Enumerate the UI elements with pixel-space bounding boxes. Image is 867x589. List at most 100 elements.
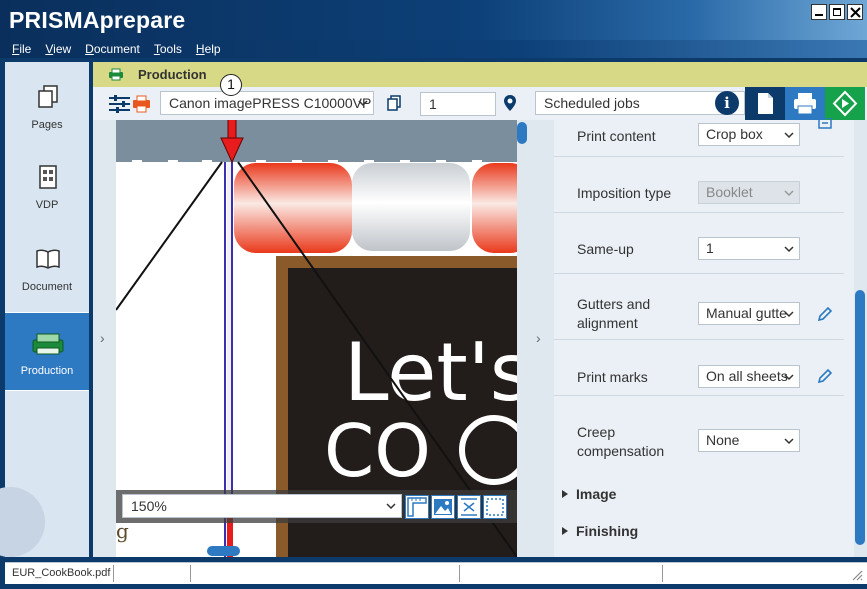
menu-file[interactable]: File — [12, 42, 31, 56]
zoom-value: 150% — [131, 498, 167, 514]
chevron-right-icon[interactable]: › — [536, 330, 541, 346]
show-images-button[interactable] — [431, 495, 455, 519]
chevron-down-icon — [784, 246, 794, 253]
document-book-icon — [36, 249, 60, 269]
print-content-select[interactable]: Crop box — [698, 123, 800, 146]
printer-small-icon — [109, 68, 123, 81]
section-image[interactable]: Image — [562, 486, 616, 502]
imposition-type-label: Imposition type — [577, 185, 672, 201]
same-up-select[interactable]: 1 — [698, 237, 800, 260]
location-pin-icon — [504, 95, 516, 111]
menu-bar: File View Document Tools Help — [0, 40, 867, 58]
maximize-button[interactable] — [829, 4, 845, 20]
expand-triangle-icon — [562, 490, 568, 498]
production-icon — [32, 333, 64, 355]
info-icon[interactable]: i — [715, 91, 739, 115]
nav-item-production[interactable]: Production — [5, 313, 89, 390]
chevron-down-icon — [784, 190, 794, 197]
copies-value: 1 — [429, 96, 437, 112]
preview-horizontal-scroll-thumb[interactable] — [207, 546, 240, 556]
section-finishing-label: Finishing — [576, 523, 639, 539]
ruler-icon — [407, 497, 427, 517]
callout-arrow-icon — [220, 120, 244, 164]
select-area-button[interactable] — [483, 495, 507, 519]
chevron-right-icon[interactable]: › — [100, 330, 105, 346]
fit-width-icon — [461, 498, 477, 516]
section-image-label: Image — [576, 486, 617, 502]
chevron-down-icon — [784, 132, 794, 139]
copies-input[interactable]: 1 — [420, 92, 496, 116]
edit-pencil-icon[interactable] — [817, 368, 833, 384]
creep-label: Creep compensation — [577, 424, 665, 459]
chevron-down-icon — [784, 311, 794, 318]
section-finishing[interactable]: Finishing — [562, 523, 638, 539]
imposition-type-select: Booklet — [698, 181, 800, 204]
destination-value: Scheduled jobs — [544, 95, 640, 111]
window-controls — [811, 4, 863, 20]
menu-help[interactable]: Help — [196, 42, 221, 56]
setting-row-print-marks: Print marks On all sheets — [554, 340, 844, 396]
same-up-value: 1 — [706, 240, 714, 256]
print-button[interactable] — [785, 87, 825, 120]
gutters-select[interactable]: Manual gutte — [698, 302, 800, 325]
selection-icon — [486, 498, 504, 516]
nav-label-vdp: VDP — [35, 199, 59, 211]
poster-text-lets: Let's — [344, 326, 517, 419]
menu-view[interactable]: View — [45, 42, 71, 56]
nav-label-pages: Pages — [31, 119, 63, 131]
chevron-down-icon — [784, 438, 794, 445]
imposition-type-value: Booklet — [706, 184, 753, 200]
chevron-down-icon — [386, 503, 396, 510]
setting-row-same-up: Same-up 1 — [554, 213, 844, 274]
expand-triangle-icon — [562, 527, 568, 535]
zoom-toolbar: 150% — [116, 490, 517, 523]
menu-tools[interactable]: Tools — [154, 42, 182, 56]
submit-button[interactable] — [825, 87, 865, 120]
destination-select[interactable]: Scheduled jobs — [535, 91, 745, 115]
panel-scrollbar[interactable] — [854, 120, 867, 557]
rulers-button[interactable] — [405, 495, 429, 519]
document-icon — [758, 93, 773, 114]
print-content-value: Crop box — [706, 126, 763, 142]
nav-item-pages[interactable]: Pages — [5, 70, 89, 150]
menu-document[interactable]: Document — [85, 42, 140, 56]
nav-divider — [5, 390, 89, 391]
panel-scroll-thumb[interactable] — [855, 290, 865, 545]
copies-icon — [387, 95, 401, 111]
title-bar: PRISMAprepare — [0, 0, 867, 40]
printer-settings-icon[interactable] — [108, 94, 152, 114]
creep-select[interactable]: None — [698, 429, 800, 452]
creep-value: None — [706, 432, 740, 448]
nav-item-document[interactable]: Document — [5, 232, 89, 312]
status-divider — [113, 565, 114, 582]
production-settings-panel: › Print content Crop box Imposition type… — [536, 118, 854, 557]
printer-select[interactable]: Canon imagePRESS C10000VP — [160, 91, 374, 115]
logo-watermark — [0, 487, 45, 557]
image-icon — [434, 499, 452, 515]
status-divider — [190, 565, 191, 582]
production-title: Production — [138, 67, 207, 82]
resize-grip-icon[interactable] — [851, 569, 863, 581]
left-nav: Pages VDP Document Production — [0, 62, 89, 557]
setting-row-imposition-type: Imposition type Booklet — [554, 157, 844, 213]
nav-label-production: Production — [20, 365, 74, 377]
nav-item-vdp[interactable]: VDP — [5, 150, 89, 230]
print-marks-select[interactable]: On all sheets — [698, 365, 800, 388]
status-divider — [459, 565, 460, 582]
fit-page-button[interactable] — [457, 495, 481, 519]
printer-select-value: Canon imagePRESS C10000VP — [169, 95, 372, 111]
close-button[interactable] — [847, 4, 863, 20]
printer-icon — [794, 93, 816, 115]
status-divider — [662, 565, 663, 582]
vdp-icon — [39, 165, 57, 189]
setting-row-print-content: Print content Crop box — [554, 120, 844, 157]
minimize-button[interactable] — [811, 4, 827, 20]
same-up-label: Same-up — [577, 241, 634, 257]
go-diamond-icon — [832, 90, 858, 117]
zoom-select[interactable]: 150% — [122, 494, 402, 518]
callout-number: 1 — [220, 74, 242, 96]
preview-vertical-scroll-thumb[interactable] — [517, 122, 527, 144]
preview-vertical-scrollbar[interactable] — [517, 120, 529, 557]
edit-pencil-icon[interactable] — [817, 306, 833, 322]
document-button[interactable] — [745, 87, 785, 120]
